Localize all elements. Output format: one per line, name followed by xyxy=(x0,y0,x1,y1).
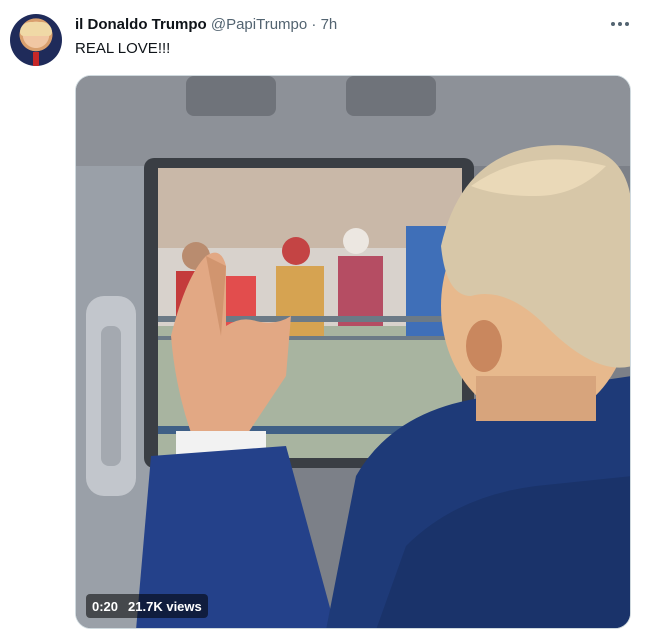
video-duration: 0:20 xyxy=(92,598,119,614)
user-handle[interactable]: @PapiTrumpo xyxy=(211,16,307,33)
tweet-text: REAL LOVE!!! xyxy=(75,40,171,57)
avatar[interactable] xyxy=(10,14,62,66)
timestamp[interactable]: 7h xyxy=(321,16,338,33)
video-views: 21.7K views xyxy=(128,598,202,614)
display-name[interactable]: il Donaldo Trumpo xyxy=(75,16,207,33)
video-player[interactable]: 0:20 21.7K views xyxy=(75,75,631,629)
avatar-hair xyxy=(20,22,52,36)
avatar-tie xyxy=(33,52,39,66)
tweet-header: il Donaldo Trumpo @PapiTrumpo · 7h xyxy=(75,16,337,36)
video-thumbnail xyxy=(76,76,630,628)
video-stats-overlay: 0:20 21.7K views xyxy=(86,594,208,618)
separator-dot: · xyxy=(311,16,317,33)
more-dots-icon[interactable] xyxy=(608,14,632,34)
tweet: il Donaldo Trumpo @PapiTrumpo · 7h REAL … xyxy=(0,0,662,644)
